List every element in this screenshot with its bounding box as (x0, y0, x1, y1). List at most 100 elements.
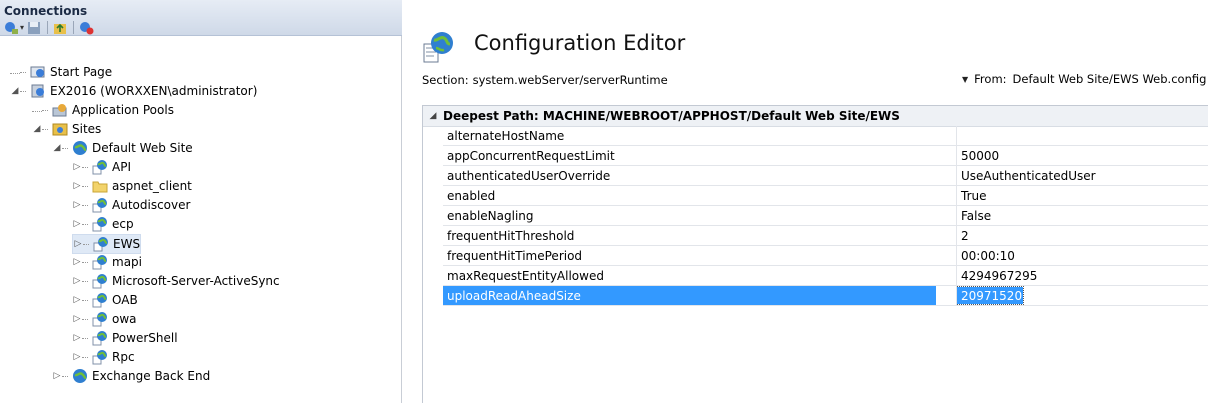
section-dropdown[interactable]: system.webServer/serverRuntime (473, 73, 668, 87)
web-app-icon (92, 159, 108, 175)
from-selector[interactable]: ▼ From: Default Web Site/EWS Web.config (962, 72, 1206, 86)
property-value[interactable]: True (961, 189, 987, 203)
expand-toggle-icon[interactable]: ◢ (52, 143, 62, 153)
tree-item-label: owa (112, 312, 137, 326)
property-row-authenticatedUserOverride[interactable]: authenticatedUserOverride UseAuthenticate… (443, 166, 1208, 186)
collapse-icon[interactable]: ◢ (423, 111, 443, 121)
column-divider (956, 266, 957, 286)
property-name: enabled (447, 189, 496, 203)
from-dropdown[interactable]: Default Web Site/EWS Web.config (1013, 72, 1207, 86)
tree-item-ecp[interactable]: ▷ ecp (72, 215, 134, 233)
column-divider (956, 246, 957, 266)
tree-item-autodiscover[interactable]: ▷ Autodiscover (72, 196, 190, 214)
expand-toggle-icon[interactable]: ▷ (72, 257, 82, 267)
expand-toggle-icon[interactable]: ▷ (72, 352, 82, 362)
tree-item-label: API (112, 160, 131, 174)
web-app-icon (92, 273, 108, 289)
tree-item-label: Default Web Site (92, 141, 193, 155)
tree-item-label: ecp (112, 217, 134, 231)
tree-item-label: EWS (113, 237, 141, 251)
editor-title-bar: Configuration Editor (422, 30, 685, 64)
tree-item-label: Exchange Back End (92, 369, 211, 383)
column-divider (956, 186, 957, 206)
column-divider (956, 126, 957, 146)
property-value[interactable]: 4294967295 (961, 269, 1037, 283)
tree-item-oab[interactable]: ▷ OAB (72, 291, 138, 309)
property-value[interactable]: 50000 (961, 149, 999, 163)
tree-connector (82, 299, 88, 301)
toolbar-separator (47, 21, 49, 34)
tree-item-default-web-site[interactable]: ◢ Default Web Site (52, 139, 193, 157)
tree-item-label: Microsoft-Server-ActiveSync (112, 274, 280, 288)
expand-toggle-icon[interactable]: ◢ (32, 124, 42, 134)
tree-item-server[interactable]: ◢ EX2016 (WORXXEN\administrator) (10, 82, 258, 100)
expand-toggle-icon[interactable]: ▷ (72, 162, 82, 172)
tree-connector (62, 147, 68, 149)
expand-toggle-icon[interactable]: ◢ (10, 86, 20, 96)
connect-icon[interactable] (4, 21, 19, 35)
tree-item-label: Rpc (112, 350, 135, 364)
property-row-appConcurrentRequestLimit[interactable]: appConcurrentRequestLimit 50000 (443, 146, 1208, 166)
tree-connector (82, 318, 88, 320)
save-icon[interactable] (27, 21, 42, 35)
globe-icon (72, 368, 88, 384)
tree-item-mapi[interactable]: ▷ mapi (72, 253, 142, 271)
start-page-icon (30, 64, 46, 80)
server-icon (30, 83, 46, 99)
expand-toggle-icon[interactable]: ▷ (72, 276, 82, 286)
tree-item-aspnet-client[interactable]: ▷ aspnet_client (72, 177, 192, 195)
property-row-alternateHostName[interactable]: alternateHostName (443, 126, 1208, 146)
expand-toggle-icon[interactable]: ▷ (72, 181, 82, 191)
expand-toggle-icon[interactable]: ▷ (72, 200, 82, 210)
deepest-path-label: Deepest Path: MACHINE/WEBROOT/APPHOST/De… (443, 109, 900, 123)
tree-connector (82, 204, 88, 206)
property-row-frequentHitTimePeriod[interactable]: frequentHitTimePeriod 00:00:10 (443, 246, 1208, 266)
expand-toggle-icon[interactable]: ▷ (72, 295, 82, 305)
chevron-down-icon[interactable]: ▼ (962, 75, 968, 84)
tree-item-rpc[interactable]: ▷ Rpc (72, 348, 135, 366)
property-row-frequentHitThreshold[interactable]: frequentHitThreshold 2 (443, 226, 1208, 246)
connections-pane: Connections ▾ Start Page ◢ EX2016 (WORXXEN… (0, 0, 402, 403)
web-app-icon (93, 236, 109, 252)
property-value[interactable]: UseAuthenticatedUser (961, 169, 1096, 183)
expand-toggle-icon[interactable]: ▷ (73, 239, 83, 249)
tree-item-exchange-back-end[interactable]: ▷ Exchange Back End (52, 367, 210, 385)
tree-connector (82, 280, 88, 282)
property-row-maxRequestEntityAllowed[interactable]: maxRequestEntityAllowed 4294967295 (443, 266, 1208, 286)
disconnect-icon[interactable] (79, 21, 94, 35)
column-divider (956, 226, 957, 246)
app-pool-icon (52, 102, 68, 118)
property-value[interactable]: False (961, 209, 991, 223)
tree-connector (82, 261, 88, 263)
property-row-uploadReadAheadSize[interactable]: uploadReadAheadSize 20971520 (443, 286, 1208, 306)
expand-toggle-icon[interactable]: ▷ (72, 314, 82, 324)
grid-group-header[interactable]: ◢ Deepest Path: MACHINE/WEBROOT/APPHOST/… (423, 106, 1208, 127)
tree-item-label: PowerShell (112, 331, 178, 345)
tree-item-sites[interactable]: ◢ Sites (32, 120, 102, 138)
connect-dropdown-icon[interactable]: ▾ (20, 23, 24, 32)
tree-connector (82, 337, 88, 339)
tree-item-powershell[interactable]: ▷ PowerShell (72, 329, 178, 347)
tree-item-activesync[interactable]: ▷ Microsoft-Server-ActiveSync (72, 272, 280, 290)
tree-item-label: Start Page (50, 65, 113, 79)
tree-item-start-page[interactable]: Start Page (10, 63, 112, 81)
from-label: From: (974, 72, 1007, 86)
tree-item-app-pools[interactable]: Application Pools (32, 101, 174, 119)
property-row-enabled[interactable]: enabled True (443, 186, 1208, 206)
connections-title: Connections (4, 4, 88, 18)
property-row-enableNagling[interactable]: enableNagling False (443, 206, 1208, 226)
expand-toggle-icon[interactable]: ▷ (72, 219, 82, 229)
expand-toggle-icon[interactable]: ▷ (72, 333, 82, 343)
sites-folder-icon (52, 121, 68, 137)
folder-up-icon[interactable] (53, 21, 68, 35)
tree-item-ews[interactable]: ▷ EWS (72, 234, 142, 254)
property-value[interactable]: 20971520 (961, 289, 1022, 303)
property-value[interactable]: 00:00:10 (961, 249, 1015, 263)
tree-item-owa[interactable]: ▷ owa (72, 310, 137, 328)
tree-item-api[interactable]: ▷ API (72, 158, 131, 176)
connections-toolbar: ▾ (4, 20, 94, 35)
tree-connector (82, 223, 88, 225)
property-value[interactable]: 2 (961, 229, 969, 243)
property-name: frequentHitTimePeriod (447, 249, 583, 263)
expand-toggle-icon[interactable]: ▷ (52, 371, 62, 381)
